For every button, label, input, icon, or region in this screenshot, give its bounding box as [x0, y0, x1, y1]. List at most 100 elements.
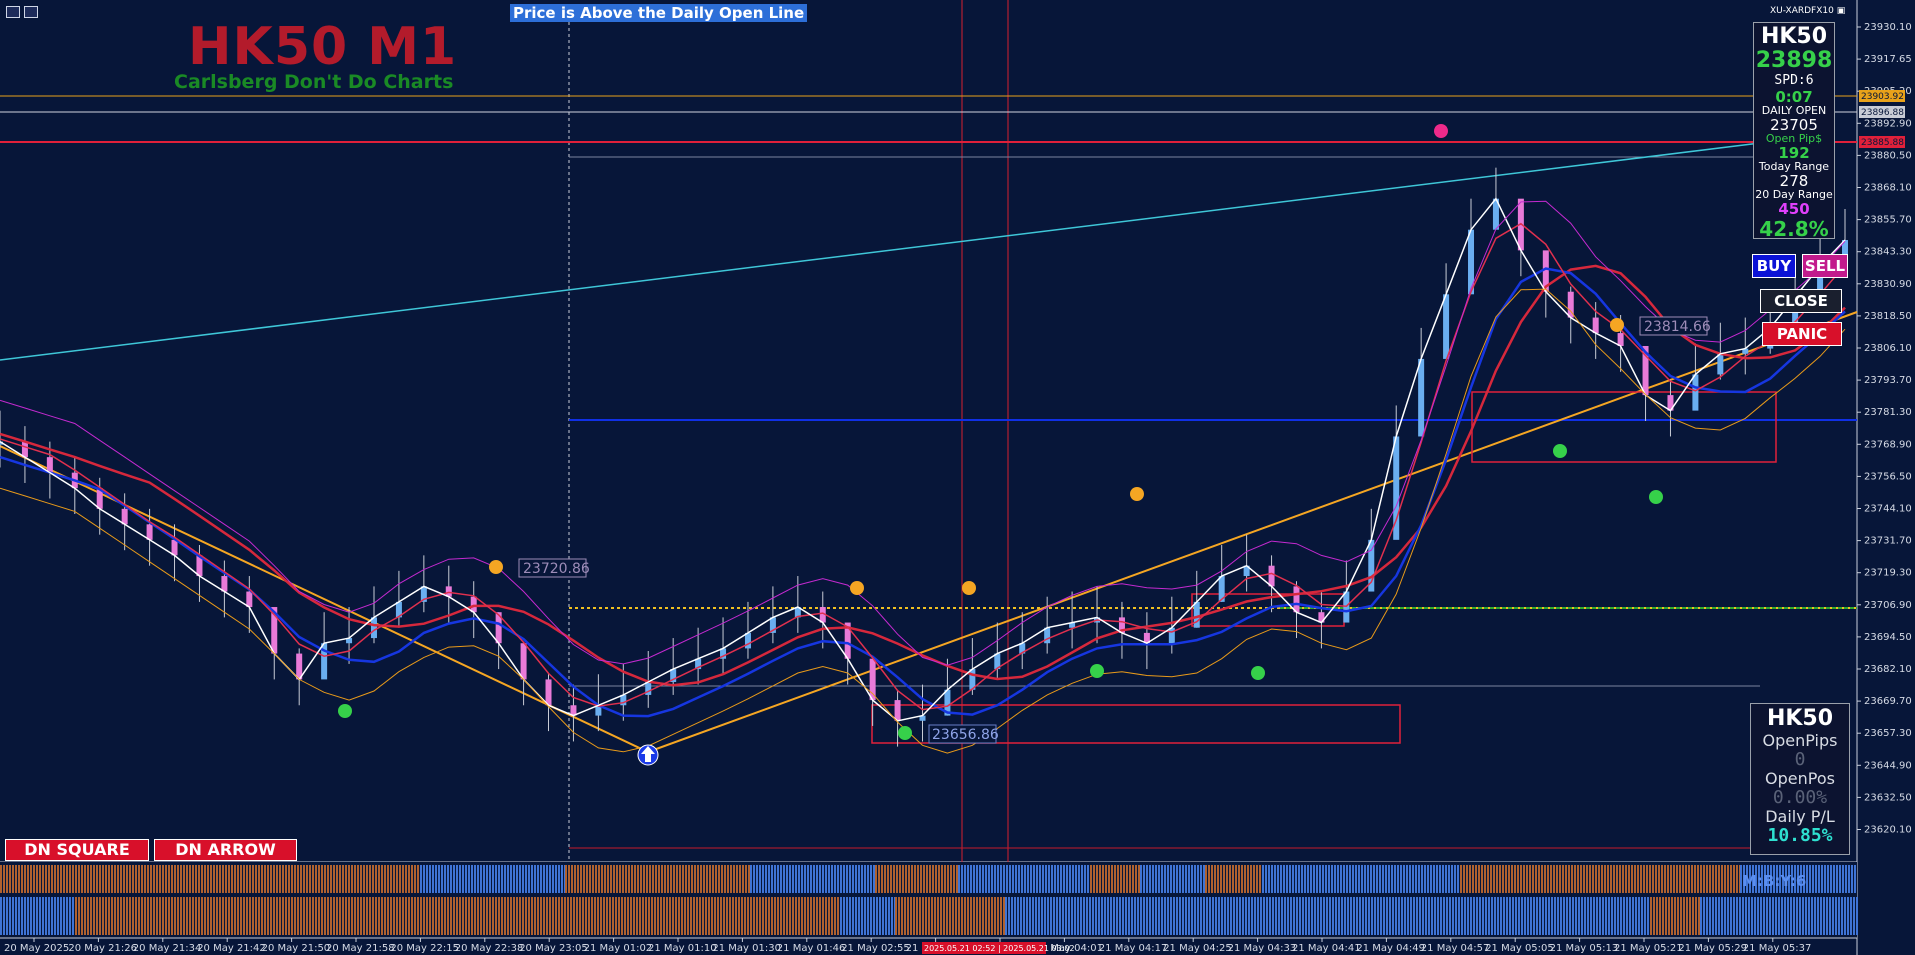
- histogram-bar: [1424, 865, 1426, 893]
- histogram-bar: [967, 865, 969, 893]
- histogram-bar: [132, 865, 134, 893]
- close-button[interactable]: CLOSE: [1760, 289, 1842, 313]
- histogram-bar: [1599, 897, 1601, 935]
- histogram-bar: [1104, 897, 1106, 935]
- histogram-bar: [165, 897, 167, 935]
- chart-window[interactable]: 23720.86 23656.86 23814.66 M:B:Y:6 23930…: [0, 0, 1915, 955]
- histogram-bar: [498, 865, 500, 893]
- histogram-bar: [537, 865, 539, 893]
- histogram-bar: [1119, 897, 1121, 935]
- histogram-bar: [558, 897, 560, 935]
- histogram-bar: [976, 897, 978, 935]
- histogram-bar: [1841, 897, 1843, 935]
- info-today-range: 278: [1779, 172, 1809, 190]
- price-chart[interactable]: 23720.86 23656.86 23814.66 M:B:Y:6 23930…: [0, 0, 1915, 955]
- histogram-bar: [1027, 865, 1029, 893]
- histogram-bar: [165, 865, 167, 893]
- info-panel: HK50 23898 SPD:6 0:07 DAILY OPEN 23705 O…: [1753, 22, 1835, 241]
- histogram-bar: [339, 865, 341, 893]
- signal-dot: [1610, 318, 1624, 332]
- histogram-bar: [237, 897, 239, 935]
- histogram-bar: [1208, 865, 1210, 893]
- histogram-bar: [586, 865, 588, 893]
- dn-square-button[interactable]: DN SQUARE: [5, 839, 149, 861]
- histogram-bar: [1011, 897, 1013, 935]
- histogram-bar: [1188, 865, 1190, 893]
- histogram-bar: [561, 897, 563, 935]
- buy-button[interactable]: BUY: [1752, 254, 1796, 278]
- histogram-bar: [1084, 865, 1086, 893]
- histogram-bar: [810, 865, 812, 893]
- histogram-bar: [1098, 897, 1100, 935]
- histogram-bar: [1047, 897, 1049, 935]
- histogram-bar: [1527, 897, 1529, 935]
- histogram-bar: [750, 865, 752, 893]
- histogram-bar: [920, 865, 922, 893]
- histogram-bar: [1132, 865, 1134, 893]
- histogram-bar: [333, 865, 335, 893]
- histogram-bar: [24, 897, 26, 935]
- histogram-bar: [30, 897, 32, 935]
- histogram-bar: [396, 865, 398, 893]
- heiken-bar: [370, 617, 377, 639]
- histogram-bar: [306, 897, 308, 935]
- heiken-bar: [520, 643, 527, 680]
- histogram-bar: [510, 865, 512, 893]
- histogram-bar: [504, 865, 506, 893]
- chart-properties-icon[interactable]: [24, 6, 38, 18]
- histogram-bar: [501, 865, 503, 893]
- histogram-bar: [718, 865, 720, 893]
- time-tick-label: 21 May 01:46: [777, 943, 846, 954]
- time-tick-label: 21 May 05:29: [1678, 943, 1747, 954]
- histogram-bar: [1496, 865, 1498, 893]
- histogram-bar: [1628, 865, 1630, 893]
- histogram-bar: [1105, 865, 1107, 893]
- histogram-bar: [1155, 897, 1157, 935]
- histogram-bar: [901, 897, 903, 935]
- histogram-bar: [399, 897, 401, 935]
- histogram-bar: [837, 897, 839, 935]
- histogram-bar: [1514, 865, 1516, 893]
- histogram-bar: [1323, 897, 1325, 935]
- histogram-bar: [1050, 897, 1052, 935]
- panic-button[interactable]: PANIC: [1762, 322, 1842, 346]
- histogram-bar: [396, 897, 398, 935]
- histogram-bar: [1662, 897, 1664, 935]
- histogram-bar: [1301, 865, 1303, 893]
- histogram-bar: [667, 865, 669, 893]
- histogram-bar: [231, 897, 233, 935]
- sell-button[interactable]: SELL: [1802, 254, 1848, 278]
- histogram-bar: [132, 897, 134, 935]
- histogram-bar: [1829, 897, 1831, 935]
- histogram-bar: [654, 897, 656, 935]
- histogram-bar: [1545, 897, 1547, 935]
- histogram-bar: [931, 897, 933, 935]
- chart-list-icon[interactable]: [6, 6, 20, 18]
- price-tick-label: 23855.70: [1864, 215, 1912, 226]
- histogram-bar: [411, 897, 413, 935]
- histogram-bar: [595, 865, 597, 893]
- histogram-bar: [574, 865, 576, 893]
- histogram-bar: [1656, 897, 1658, 935]
- histogram-bar: [1659, 897, 1661, 935]
- histogram-bar: [1769, 897, 1771, 935]
- dn-arrow-button[interactable]: DN ARROW: [154, 839, 297, 861]
- heiken-bar: [1418, 358, 1425, 437]
- histogram-bar: [1394, 865, 1396, 893]
- histogram-bar: [1113, 897, 1115, 935]
- histogram-bar: [1371, 897, 1373, 935]
- histogram-bar: [798, 897, 800, 935]
- histogram-bar: [195, 865, 197, 893]
- histogram-bar: [189, 897, 191, 935]
- price-tick-label: 23868.10: [1864, 183, 1912, 194]
- histogram-bar: [697, 865, 699, 893]
- histogram-bar: [658, 865, 660, 893]
- time-tick-label: 21 May 05:21: [1614, 943, 1683, 954]
- histogram-bar: [624, 897, 626, 935]
- histogram-bar: [81, 897, 83, 935]
- histogram-bar: [765, 865, 767, 893]
- histogram-bar: [90, 897, 92, 935]
- histogram-bar: [1074, 897, 1076, 935]
- histogram-bar: [1607, 865, 1609, 893]
- histogram-bar: [1703, 865, 1705, 893]
